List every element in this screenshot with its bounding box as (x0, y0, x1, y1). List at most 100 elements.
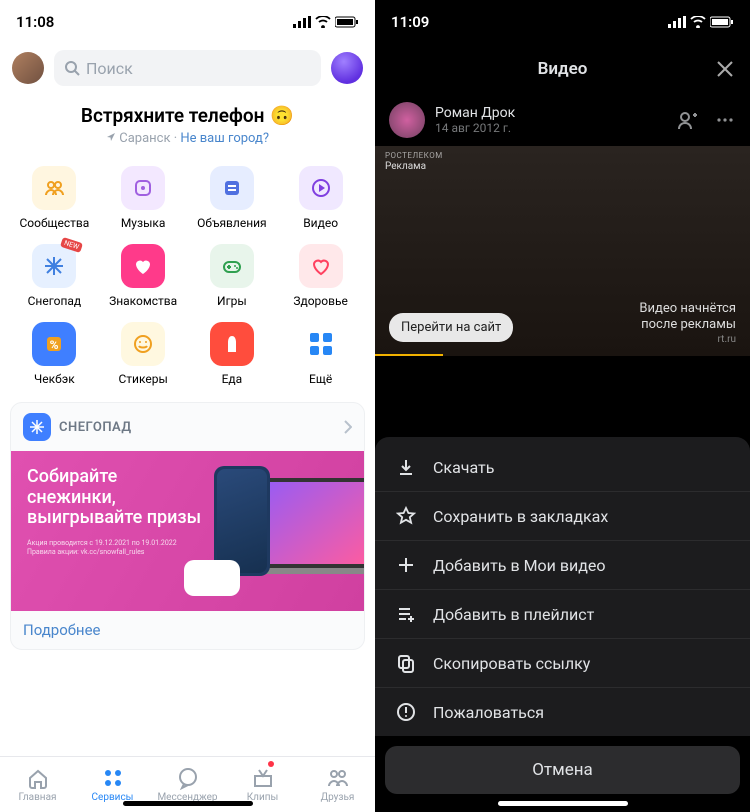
service-video[interactable]: Видео (276, 160, 365, 236)
snowfall-icon (32, 244, 76, 288)
header-row: Поиск (0, 44, 375, 92)
shake-title-text: Встряхните телефон (81, 104, 264, 127)
tab-friends[interactable]: Друзья (300, 757, 375, 812)
tab-home[interactable]: Главная (0, 757, 75, 812)
ads-icon (210, 166, 254, 210)
svg-text:%: % (50, 338, 59, 352)
banner-devices-illustration (184, 466, 364, 596)
sheet-report[interactable]: Пожаловаться (375, 688, 750, 736)
service-stickers[interactable]: Стикеры (99, 316, 188, 392)
assistant-orb[interactable] (331, 52, 363, 84)
services-grid: Сообщества Музыка Объявления Видео Снего… (0, 160, 375, 402)
sheet-bookmark[interactable]: Сохранить в закладках (375, 492, 750, 541)
shake-emoji-icon: 🙃 (270, 104, 294, 127)
service-health[interactable]: Здоровье (276, 238, 365, 314)
wifi-icon (690, 16, 706, 28)
playlist-add-icon (395, 604, 417, 624)
wifi-icon (315, 16, 331, 28)
video-player[interactable]: РОСТЕЛЕКОМ Реклама Перейти на сайт Видео… (375, 146, 750, 356)
health-icon (299, 244, 343, 288)
status-right (668, 16, 734, 28)
plus-icon (395, 555, 417, 575)
search-placeholder: Поиск (86, 59, 133, 78)
banner-body[interactable]: Собирайте снежинки, выигрывайте призы Ак… (11, 451, 364, 611)
service-cashback[interactable]: %Чекбэк (10, 316, 99, 392)
banner-header[interactable]: СНЕГОПАД (11, 403, 364, 451)
location-city: Саранск (119, 131, 170, 146)
search-input[interactable]: Поиск (54, 50, 321, 86)
friends-icon (326, 766, 350, 790)
service-ads[interactable]: Объявления (188, 160, 277, 236)
notification-dot-icon (268, 761, 274, 767)
status-time: 11:09 (391, 13, 429, 31)
service-communities[interactable]: Сообщества (10, 160, 99, 236)
sheet-add-playlist[interactable]: Добавить в плейлист (375, 590, 750, 639)
not-your-city-link[interactable]: Не ваш город? (180, 131, 269, 146)
communities-icon (32, 166, 76, 210)
dating-icon (121, 244, 165, 288)
location-arrow-icon (106, 132, 116, 142)
service-music[interactable]: Музыка (99, 160, 188, 236)
author-date: 14 авг 2012 г. (435, 121, 515, 135)
user-avatar[interactable] (12, 52, 44, 84)
shake-subtitle: Саранск · Не ваш город? (0, 131, 375, 146)
close-icon[interactable] (714, 58, 736, 80)
author-row: Роман Дрок 14 авг 2012 г. (375, 94, 750, 146)
music-icon (121, 166, 165, 210)
status-time: 11:08 (16, 13, 54, 31)
cellular-icon (293, 16, 311, 28)
more-icon (299, 322, 343, 366)
shake-banner: Встряхните телефон 🙃 Саранск · Не ваш го… (0, 92, 375, 160)
ad-brand-label: РОСТЕЛЕКОМ Реклама (385, 152, 443, 172)
copy-icon (395, 653, 417, 673)
clips-icon (251, 766, 275, 790)
shake-title-row: Встряхните телефон 🙃 (81, 104, 294, 127)
video-icon (299, 166, 343, 210)
cancel-button[interactable]: Отмена (385, 746, 740, 794)
visit-site-button[interactable]: Перейти на сайт (389, 313, 513, 342)
messenger-icon (176, 766, 200, 790)
banner-title: СНЕГОПАД (59, 420, 132, 435)
service-food[interactable]: Еда (188, 316, 277, 392)
author-avatar (389, 102, 425, 138)
left-phone-screen: 11:08 Поиск Встряхните телефон 🙃 Саранск… (0, 0, 375, 812)
video-header: Видео (375, 44, 750, 94)
food-icon (210, 322, 254, 366)
service-games[interactable]: Игры (188, 238, 277, 314)
service-more[interactable]: Ещё (276, 316, 365, 392)
chevron-right-icon (344, 420, 352, 434)
home-indicator[interactable] (123, 801, 253, 806)
download-icon (395, 457, 417, 477)
sheet-add-my-videos[interactable]: Добавить в Мои видео (375, 541, 750, 590)
banner-badge-icon (23, 413, 51, 441)
sheet-download[interactable]: Скачать (375, 443, 750, 492)
stickers-icon (121, 322, 165, 366)
search-icon (64, 60, 80, 76)
ad-progress-bar (375, 354, 443, 356)
battery-icon (710, 16, 734, 28)
action-sheet: Скачать Сохранить в закладках Добавить в… (375, 437, 750, 736)
add-friend-icon[interactable] (676, 109, 698, 131)
author-name: Роман Дрок (435, 105, 515, 121)
status-bar: 11:08 (0, 0, 375, 44)
video-preroll-note: Видео начнётсяпосле рекламы rt.ru (639, 301, 736, 346)
report-icon (395, 702, 417, 722)
author-info[interactable]: Роман Дрок 14 авг 2012 г. (389, 102, 515, 138)
services-icon (101, 766, 125, 790)
service-snowfall[interactable]: Снегопад (10, 238, 99, 314)
banner-more-link[interactable]: Подробнее (11, 611, 364, 649)
right-phone-screen: 11:09 Видео Роман Дрок 14 авг 2012 г. РО… (375, 0, 750, 812)
banner-card: СНЕГОПАД Собирайте снежинки, выигрывайте… (10, 402, 365, 650)
bookmark-star-icon (395, 506, 417, 526)
sheet-copy-link[interactable]: Скопировать ссылку (375, 639, 750, 688)
status-bar: 11:09 (375, 0, 750, 44)
home-indicator[interactable] (498, 801, 628, 806)
battery-icon (335, 16, 359, 28)
status-right (293, 16, 359, 28)
cashback-icon: % (32, 322, 76, 366)
banner-text: Собирайте снежинки, выигрывайте призы (27, 467, 207, 529)
home-icon (26, 766, 50, 790)
more-horizontal-icon[interactable] (714, 109, 736, 131)
service-dating[interactable]: Знакомства (99, 238, 188, 314)
cellular-icon (668, 16, 686, 28)
